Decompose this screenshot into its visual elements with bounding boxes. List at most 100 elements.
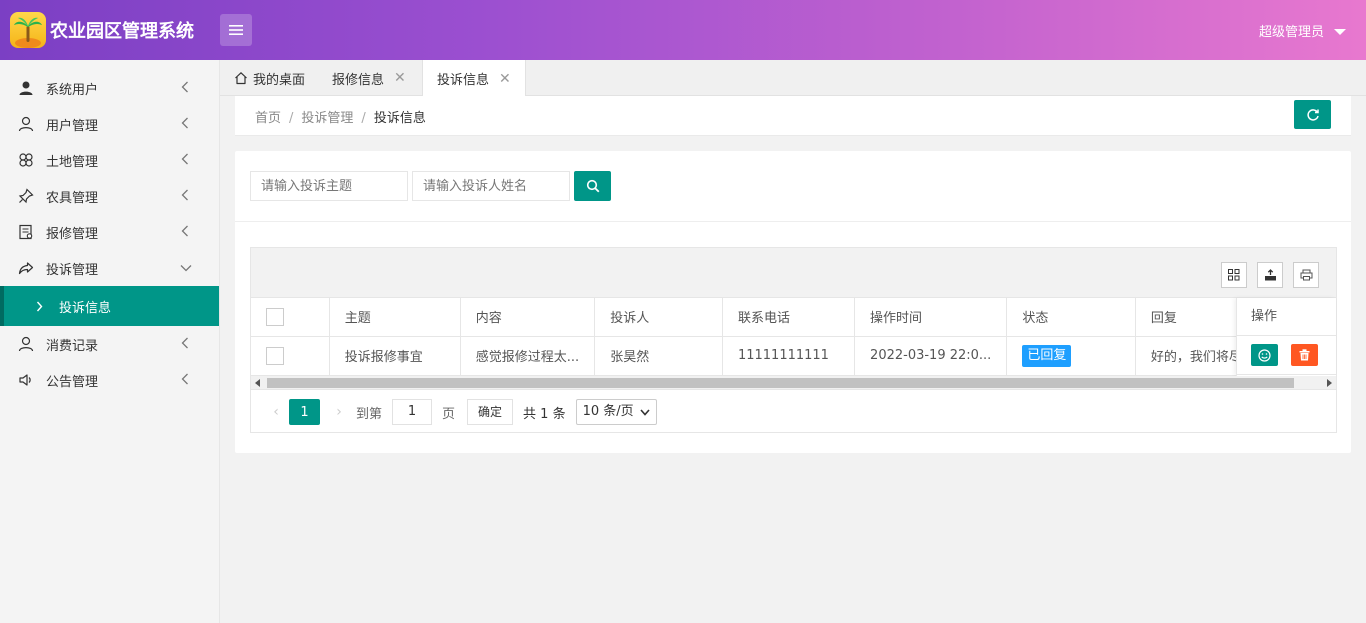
refresh-button[interactable]: [1294, 100, 1331, 129]
sidebar-item-label: 用户管理: [46, 118, 99, 134]
sidebar-subitem-label: 投诉信息: [59, 300, 112, 316]
breadcrumb-section[interactable]: 投诉管理: [301, 111, 353, 126]
prev-page-icon[interactable]: ‹: [265, 404, 287, 420]
column-header: 状态: [1006, 298, 1136, 337]
pin-icon: [18, 188, 34, 204]
horizontal-scrollbar[interactable]: [251, 376, 1336, 390]
header-select-all[interactable]: [251, 298, 330, 337]
sidebar-item-repair-management[interactable]: 报修管理: [0, 214, 219, 250]
user-outline-icon: [18, 116, 34, 132]
breadcrumb-current: 投诉信息: [373, 111, 426, 126]
chevron-left-icon: [181, 337, 188, 349]
sidebar-item-land-management[interactable]: 土地管理: [0, 142, 219, 178]
sidebar-item-label: 消费记录: [46, 338, 99, 354]
user-filled-icon: [18, 80, 34, 96]
column-header: 内容: [460, 298, 596, 337]
tab-bar: 我的桌面 报修信息 ✕ 投诉信息 ✕: [220, 60, 1366, 97]
chevron-left-icon: [181, 373, 188, 385]
sidebar-item-label: 土地管理: [46, 154, 99, 170]
chevron-down-icon: [640, 408, 650, 416]
current-page[interactable]: 1: [289, 399, 320, 425]
search-button[interactable]: [574, 171, 611, 201]
close-icon[interactable]: ✕: [499, 71, 511, 87]
divider: [235, 221, 1351, 222]
close-icon[interactable]: ✕: [394, 70, 406, 86]
delete-button[interactable]: [1291, 344, 1318, 366]
sidebar-item-complaint-management[interactable]: 投诉管理: [0, 250, 219, 286]
reply-button[interactable]: [1251, 344, 1278, 366]
complaint-subject-input[interactable]: [250, 171, 408, 201]
sidebar-item-system-users[interactable]: 系统用户: [0, 70, 219, 106]
goto-page-input[interactable]: 1: [392, 399, 433, 425]
data-table: 主题 内容 投诉人 联系电话 操作时间 状态 回复 投诉报修事宜 感觉报修过程太…: [250, 247, 1337, 433]
sidebar-item-label: 报修管理: [46, 226, 99, 242]
cell-subject: 投诉报修事宜: [329, 336, 461, 376]
complaint-table: 主题 内容 投诉人 联系电话 操作时间 状态 回复 投诉报修事宜 感觉报修过程太…: [251, 298, 1337, 376]
sidebar-item-tools-management[interactable]: 农具管理: [0, 178, 219, 214]
menu-toggle-button[interactable]: [220, 14, 252, 46]
row-actions: [1237, 336, 1336, 375]
speaker-icon: [18, 372, 34, 388]
columns-filter-button[interactable]: [1221, 262, 1247, 288]
sidebar-item-label: 农具管理: [46, 190, 99, 206]
tab-complaint-info[interactable]: 投诉信息 ✕: [422, 60, 526, 97]
form-icon: [18, 224, 34, 240]
sidebar: 系统用户 用户管理 土地管理 农具管理 报修管理 投诉管理 投诉信息 消费记录 …: [0, 60, 220, 623]
page-size-select[interactable]: 10 条/页: [575, 399, 657, 425]
sidebar-subitem-complaint-info[interactable]: 投诉信息: [0, 286, 219, 326]
caret-down-icon: [1334, 28, 1346, 35]
operation-column: 操作: [1236, 298, 1336, 376]
next-page-icon[interactable]: ›: [328, 404, 350, 420]
confirm-button[interactable]: 确定: [467, 399, 514, 425]
user-outline-icon: [18, 336, 34, 352]
sidebar-item-label: 投诉管理: [46, 262, 99, 278]
cell-time: 2022-03-19 22:0...: [854, 336, 1008, 376]
chevron-left-icon: [181, 189, 188, 201]
scrollbar-thumb[interactable]: [267, 378, 1294, 388]
share-icon: [18, 260, 34, 276]
column-header: 操作时间: [854, 298, 1008, 337]
chevron-left-icon: [181, 153, 188, 165]
tab-repair-info[interactable]: 报修信息 ✕: [318, 60, 420, 96]
pagination: ‹ 1 › 到第 1 页 确定 共 1 条 10 条/页: [251, 391, 1336, 433]
row-checkbox[interactable]: [266, 346, 284, 365]
sidebar-item-announcement-management[interactable]: 公告管理: [0, 362, 219, 398]
breadcrumb-bar: 首页 / 投诉管理 / 投诉信息: [235, 96, 1351, 136]
breadcrumb-separator: /: [289, 111, 294, 126]
breadcrumb-home[interactable]: 首页: [255, 111, 281, 126]
breadcrumb-separator: /: [361, 111, 366, 126]
page-size-value: 10 条/页: [582, 404, 634, 419]
tab-my-desktop[interactable]: 我的桌面: [220, 60, 319, 96]
complainant-name-input[interactable]: [412, 171, 570, 201]
goto-label: 到第: [356, 406, 383, 422]
sidebar-item-user-management[interactable]: 用户管理: [0, 106, 219, 142]
export-icon: [1264, 269, 1276, 281]
table-row: 投诉报修事宜 感觉报修过程太... 张昊然 11111111111 2022-0…: [251, 336, 1337, 376]
chevron-left-icon: [181, 225, 188, 237]
sidebar-item-consumption-records[interactable]: 消费记录: [0, 326, 219, 362]
column-header: 主题: [329, 298, 461, 337]
chevron-left-icon: [181, 81, 188, 93]
select-all-checkbox[interactable]: [266, 307, 284, 326]
scroll-right-icon[interactable]: [1327, 379, 1332, 387]
breadcrumb: 首页 / 投诉管理 / 投诉信息: [255, 107, 426, 126]
trash-icon: [1299, 349, 1310, 361]
cell-status: 已回复: [1006, 336, 1136, 376]
main-panel: 主题 内容 投诉人 联系电话 操作时间 状态 回复 投诉报修事宜 感觉报修过程太…: [235, 151, 1351, 453]
grid-icon: [1228, 269, 1240, 281]
scroll-left-icon[interactable]: [255, 379, 260, 387]
tab-label: 投诉信息: [437, 73, 490, 88]
column-header: 联系电话: [722, 298, 856, 337]
search-icon: [586, 179, 599, 193]
export-button[interactable]: [1257, 262, 1283, 288]
print-icon: [1300, 269, 1312, 281]
clover-icon: [18, 152, 34, 168]
print-button[interactable]: [1293, 262, 1319, 288]
smile-icon: [1258, 348, 1271, 362]
total-count: 共 1 条: [523, 406, 566, 422]
user-menu[interactable]: 超级管理员: [1259, 21, 1346, 40]
user-name: 超级管理员: [1258, 25, 1324, 40]
row-select-cell[interactable]: [251, 336, 330, 376]
column-header-operation: 操作: [1237, 298, 1336, 336]
sidebar-item-label: 公告管理: [46, 374, 99, 390]
